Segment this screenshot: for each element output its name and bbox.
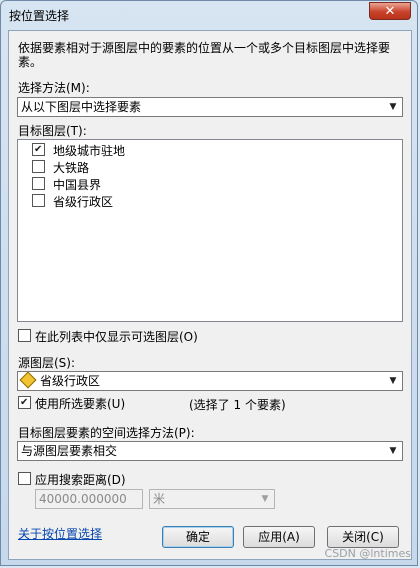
only-selectable-option[interactable]: 在此列表中仅显示可选图层(O) <box>18 328 198 345</box>
only-selectable-checkbox[interactable] <box>18 329 31 342</box>
apply-button[interactable]: 应用(A) <box>243 526 315 548</box>
selected-count-text: (选择了 1 个要素) <box>189 398 286 412</box>
distance-unit-dropdown[interactable]: 米 ▼ <box>149 489 275 509</box>
target-layer-label: 地级城市驻地 <box>53 144 126 158</box>
distance-unit-value: 米 <box>153 492 166 506</box>
chevron-down-icon: ▼ <box>389 376 397 386</box>
search-distance-checkbox[interactable] <box>18 472 31 485</box>
title-bar[interactable]: 按位置选择 ✕ <box>1 1 417 29</box>
chevron-down-icon: ▼ <box>389 102 397 112</box>
target-layer-label: 省级行政区 <box>53 195 114 209</box>
about-link[interactable]: 关于按位置选择 <box>18 525 102 542</box>
source-layer-value: 省级行政区 <box>40 374 101 388</box>
checkbox[interactable] <box>32 194 45 207</box>
watermark: CSDN @lntimes <box>324 547 411 560</box>
selection-method-value: 从以下图层中选择要素 <box>21 100 142 114</box>
only-selectable-label: 在此列表中仅显示可选图层(O) <box>35 330 198 344</box>
checkbox[interactable] <box>32 160 45 173</box>
selection-method-dropdown[interactable]: 从以下图层中选择要素 ▼ <box>17 97 403 117</box>
target-layers-list[interactable]: 地级城市驻地 大铁路 中国县界 省级行政区 <box>17 139 403 322</box>
target-layer-item[interactable]: 中国县界 <box>32 177 101 193</box>
target-layers-label: 目标图层(T): <box>18 124 87 138</box>
chevron-down-icon: ▼ <box>389 446 397 456</box>
dialog-window: 按位置选择 ✕ 依据要素相对于源图层中的要素的位置从一个或多个目标图层中选择要素… <box>0 0 418 566</box>
window-title: 按位置选择 <box>9 9 70 23</box>
spatial-method-value: 与源图层要素相交 <box>21 444 118 458</box>
search-distance-input[interactable]: 40000.000000 <box>35 489 143 509</box>
search-distance-option[interactable]: 应用搜索距离(D) <box>18 471 126 488</box>
description-text: 依据要素相对于源图层中的要素的位置从一个或多个目标图层中选择要素。 <box>18 41 391 69</box>
target-layer-item[interactable]: 地级城市驻地 <box>32 143 125 159</box>
target-layer-label: 大铁路 <box>53 161 90 175</box>
target-layer-label: 中国县界 <box>53 178 102 192</box>
selection-method-label: 选择方法(M): <box>18 81 90 95</box>
use-selected-checkbox[interactable] <box>18 396 31 409</box>
close-button[interactable]: 关闭(C) <box>327 526 399 548</box>
close-window-button[interactable]: ✕ <box>369 2 411 20</box>
chevron-down-icon: ▼ <box>261 494 269 504</box>
spatial-method-label: 目标图层要素的空间选择方法(P): <box>18 426 195 440</box>
search-distance-label: 应用搜索距离(D) <box>35 473 126 487</box>
spatial-method-dropdown[interactable]: 与源图层要素相交 ▼ <box>17 441 403 461</box>
source-layer-dropdown[interactable]: 省级行政区 ▼ <box>17 371 403 391</box>
polygon-layer-icon <box>19 371 37 389</box>
use-selected-option[interactable]: 使用所选要素(U) <box>18 395 125 412</box>
ok-button[interactable]: 确定 <box>162 526 234 548</box>
checkbox-checked[interactable] <box>32 143 45 156</box>
source-layer-label: 源图层(S): <box>18 356 76 370</box>
target-layer-item[interactable]: 大铁路 <box>32 160 89 176</box>
target-layer-item[interactable]: 省级行政区 <box>32 194 113 210</box>
checkbox[interactable] <box>32 177 45 190</box>
use-selected-label: 使用所选要素(U) <box>35 397 126 411</box>
dialog-body: 依据要素相对于源图层中的要素的位置从一个或多个目标图层中选择要素。 选择方法(M… <box>8 30 412 560</box>
